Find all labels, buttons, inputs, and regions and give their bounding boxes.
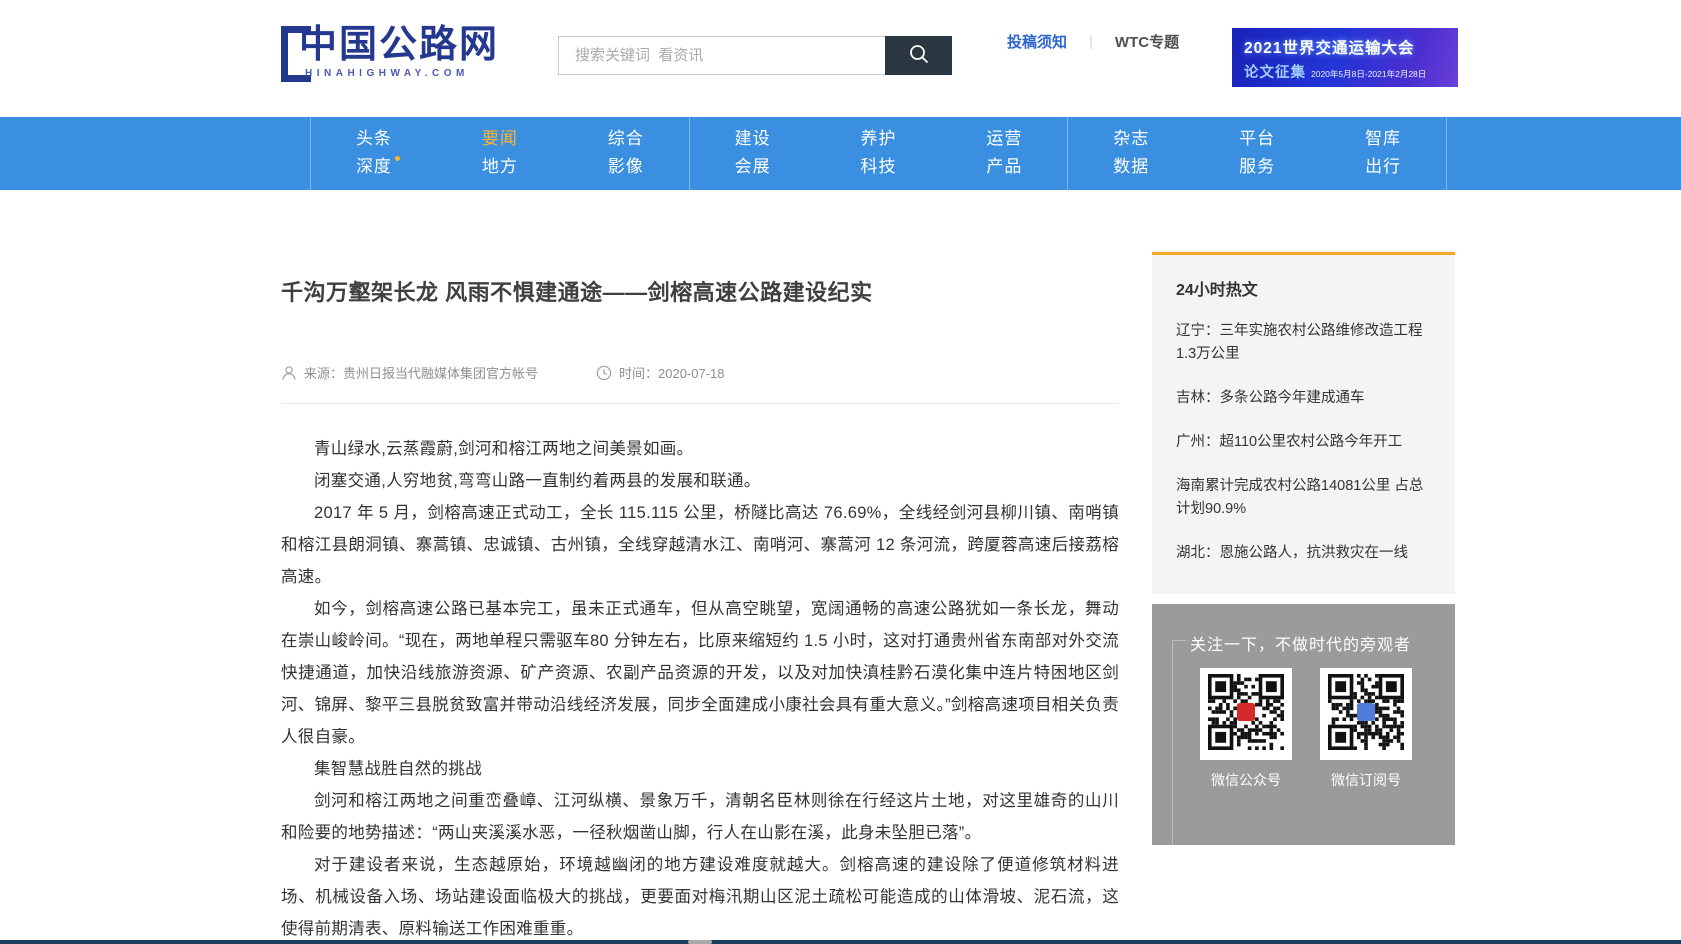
- author-icon: [281, 365, 297, 381]
- paragraph: 2017 年 5 月，剑榕高速正式动工，全长 115.115 公里，桥隧比高达 …: [281, 497, 1119, 593]
- corner-line-decoration: [1172, 640, 1186, 845]
- hot-article-link[interactable]: 广州：超110公里农村公路今年开工: [1176, 431, 1431, 454]
- nav-item-yingxiang[interactable]: 影像: [608, 158, 644, 177]
- header-links: 投稿须知 | WTC专题: [1007, 31, 1179, 52]
- article-title: 千沟万壑架长龙 风雨不惧建通途——剑榕高速公路建设纪实: [281, 275, 1119, 307]
- scrollbar-notch[interactable]: [688, 940, 712, 944]
- nav-item-keji[interactable]: 科技: [861, 158, 897, 177]
- search-button[interactable]: [885, 36, 952, 75]
- search-input[interactable]: [558, 36, 885, 75]
- paragraph: 剑河和榕江两地之间重峦叠嶂、江河纵横、景象万千，清朝名臣林则徐在行经这片土地，对…: [281, 785, 1119, 849]
- nav-item-shendu[interactable]: 深度: [356, 158, 392, 177]
- link-separator: |: [1089, 33, 1093, 50]
- banner-title: 2021世界交通运输大会: [1244, 36, 1458, 58]
- nav-group-3: 杂志 数据 平台 服务 智库 出行: [1067, 117, 1447, 190]
- wtc-topic-link[interactable]: WTC专题: [1115, 31, 1179, 52]
- main-navigation: 头条 深度 要闻 地方 综合 影像 建设 会展 养护: [0, 117, 1681, 190]
- logo-title: 中国公路网: [299, 22, 499, 70]
- search-icon: [908, 43, 930, 68]
- nav-item-zhiku[interactable]: 智库: [1365, 130, 1401, 149]
- qr-code-official-icon: [1208, 674, 1284, 755]
- nav-item-shuju[interactable]: 数据: [1113, 158, 1149, 177]
- paragraph-subheading: 集智慧战胜自然的挑战: [281, 753, 1119, 785]
- hot-article-link[interactable]: 吉林：多条公路今年建成通车: [1176, 387, 1431, 410]
- nav-item-zazhi[interactable]: 杂志: [1113, 130, 1149, 149]
- paragraph: 对于建设者来说，生态越原始，环境越幽闭的地方建设难度就越大。剑榕高速的建设除了便…: [281, 849, 1119, 944]
- hot-articles-panel: 24小时热文 辽宁：三年实施农村公路维修改造工程1.3万公里 吉林：多条公路今年…: [1152, 252, 1455, 594]
- logo-domain: HINAHIGHWAY.COM: [305, 68, 499, 79]
- article: 千沟万壑架长龙 风雨不惧建通途——剑榕高速公路建设纪实 来源：贵州日报当代融媒体…: [281, 275, 1119, 944]
- article-source: 来源：贵州日报当代融媒体集团官方帐号: [304, 363, 538, 382]
- nav-item-chanpin[interactable]: 产品: [986, 158, 1022, 177]
- wechat-follow-panel: 关注一下，不做时代的旁观者 微信公众号 微信订阅号: [1152, 604, 1455, 845]
- wechat-subscription-qr-card: [1320, 668, 1412, 760]
- search-bar: [558, 36, 952, 75]
- article-time: 时间：2020-07-18: [619, 363, 725, 382]
- qr-code-subscription-icon: [1328, 674, 1404, 755]
- meta-divider: [281, 403, 1119, 404]
- nav-item-chuxing[interactable]: 出行: [1365, 158, 1401, 177]
- nav-item-fuwu[interactable]: 服务: [1239, 158, 1275, 177]
- nav-item-jianshe[interactable]: 建设: [735, 130, 771, 149]
- clock-icon: [596, 365, 612, 381]
- wtc-ad-banner[interactable]: 2021世界交通运输大会 论文征集 2020年5月8日-2021年2月28日: [1232, 28, 1458, 87]
- submission-guidelines-link[interactable]: 投稿须知: [1007, 31, 1067, 52]
- wechat-official-qr-card: [1200, 668, 1292, 760]
- hot-article-link[interactable]: 辽宁：三年实施农村公路维修改造工程1.3万公里: [1176, 320, 1431, 366]
- nav-group-2: 建设 会展 养护 科技 运营 产品: [689, 117, 1068, 190]
- site-logo[interactable]: 中国公路网 HINAHIGHWAY.COM: [281, 22, 499, 82]
- page: 中国公路网 HINAHIGHWAY.COM 投稿须知 | WTC专题 2021世…: [0, 0, 1681, 944]
- nav-item-yanghu[interactable]: 养护: [861, 130, 897, 149]
- header: 中国公路网 HINAHIGHWAY.COM 投稿须知 | WTC专题 2021世…: [0, 0, 1681, 117]
- nav-item-zonghe[interactable]: 综合: [608, 130, 644, 149]
- banner-subtitle: 论文征集: [1244, 61, 1306, 82]
- paragraph: 如今，剑榕高速公路已基本完工，虽未正式通车，但从高空眺望，宽阔通畅的高速公路犹如…: [281, 593, 1119, 753]
- hot-article-link[interactable]: 湖北：恩施公路人，抗洪救灾在一线: [1176, 542, 1431, 565]
- hot-articles-title: 24小时热文: [1176, 276, 1431, 300]
- new-badge-dot: [395, 156, 400, 161]
- nav-item-difang[interactable]: 地方: [482, 158, 518, 177]
- paragraph: 闭塞交通,人穷地贫,弯弯山路一直制约着两县的发展和联通。: [281, 465, 1119, 497]
- wechat-subscription-label: 微信订阅号: [1320, 770, 1412, 790]
- nav-item-huizhan[interactable]: 会展: [735, 158, 771, 177]
- article-meta: 来源：贵州日报当代融媒体集团官方帐号 时间：2020-07-18: [281, 363, 1119, 382]
- article-body: 青山绿水,云蒸霞蔚,剑河和榕江两地之间美景如画。 闭塞交通,人穷地贫,弯弯山路一…: [281, 433, 1119, 944]
- wechat-official-label: 微信公众号: [1200, 770, 1292, 790]
- nav-group-1: 头条 深度 要闻 地方 综合 影像: [310, 117, 689, 190]
- nav-item-toutiao[interactable]: 头条: [356, 130, 392, 149]
- bottom-bar: [0, 940, 1681, 944]
- nav-item-yaowen-active[interactable]: 要闻: [482, 130, 518, 149]
- nav-item-yunying[interactable]: 运营: [986, 130, 1022, 149]
- paragraph: 青山绿水,云蒸霞蔚,剑河和榕江两地之间美景如画。: [281, 433, 1119, 465]
- nav-item-pingtai[interactable]: 平台: [1239, 130, 1275, 149]
- hot-article-link[interactable]: 海南累计完成农村公路14081公里 占总计划90.9%: [1176, 475, 1431, 521]
- wechat-panel-title: 关注一下，不做时代的旁观者: [1190, 631, 1411, 655]
